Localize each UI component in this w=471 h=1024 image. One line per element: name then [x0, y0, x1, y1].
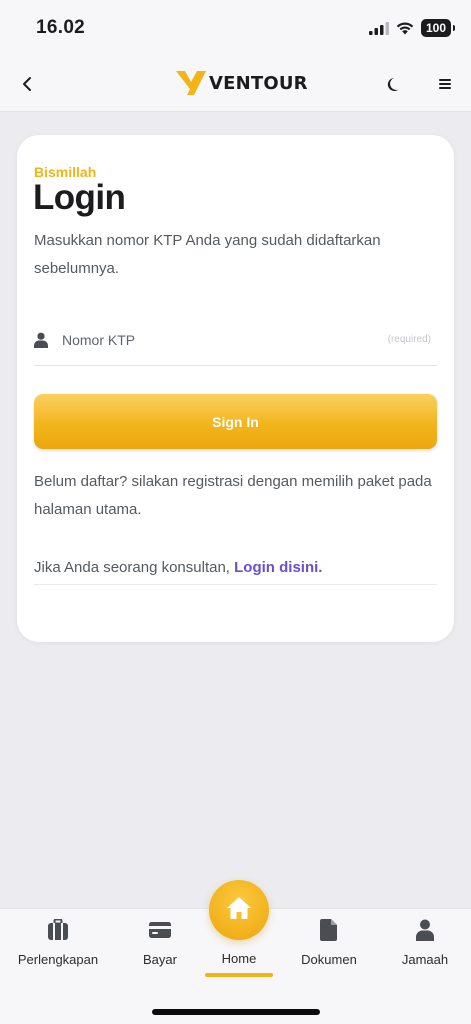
consultant-prefix: Jika Anda seorang konsultan, — [34, 559, 230, 576]
sign-in-button[interactable]: Sign In — [34, 394, 437, 449]
page-title: Login — [33, 178, 126, 217]
login-description: Masukkan nomor KTP Anda yang sudah didaf… — [34, 232, 381, 277]
nav-label: Perlengkapan — [17, 952, 99, 967]
luggage-icon — [48, 919, 68, 940]
credit-card-icon — [149, 922, 171, 938]
user-icon — [34, 332, 48, 348]
hamburger-menu-icon[interactable] — [433, 72, 457, 96]
moon-icon[interactable] — [383, 72, 407, 96]
home-icon — [227, 897, 251, 919]
document-icon — [320, 919, 337, 941]
register-note: Belum daftar? silakan registrasi dengan … — [34, 473, 432, 518]
home-indicator-bar — [152, 1009, 320, 1015]
consultant-login-line: Jika Anda seorang konsultan, Login disin… — [34, 559, 437, 585]
status-icons: 100 — [369, 19, 455, 37]
person-icon — [416, 919, 434, 941]
brand-logo[interactable]: VENTOUR — [176, 71, 308, 95]
signal-icon — [369, 21, 389, 35]
status-time: 16.02 — [36, 17, 86, 38]
ventour-v-mark-icon — [176, 71, 206, 95]
nav-label: Bayar — [143, 952, 177, 967]
home-button[interactable] — [209, 880, 269, 940]
ktp-input[interactable] — [62, 328, 372, 352]
ktp-field: (required) — [34, 320, 437, 366]
login-card: Bismillah Login Masukkan nomor KTP Anda … — [17, 135, 454, 642]
app-header: VENTOUR — [0, 56, 471, 112]
active-tab-indicator — [205, 973, 273, 977]
brand-name: VENTOUR — [209, 72, 308, 94]
battery-indicator: 100 — [421, 19, 455, 37]
wifi-icon — [396, 22, 414, 34]
nav-label: Jamaah — [401, 952, 449, 967]
back-arrow-icon[interactable] — [16, 72, 40, 96]
consultant-login-link[interactable]: Login disini. — [234, 559, 322, 576]
nav-label-home[interactable]: Home — [209, 951, 269, 966]
status-bar: 16.02 100 — [0, 0, 471, 56]
nav-label: Dokumen — [301, 952, 357, 967]
required-hint: (required) — [387, 334, 431, 345]
